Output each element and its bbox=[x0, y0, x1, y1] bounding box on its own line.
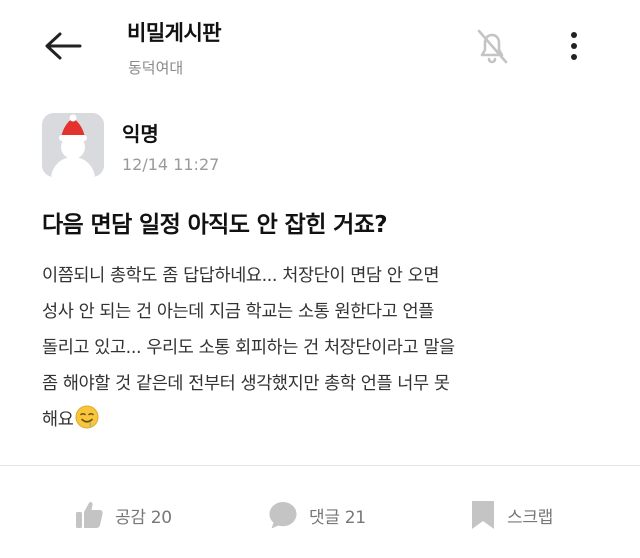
santa-hat-avatar-icon bbox=[42, 113, 104, 177]
bookmark-icon bbox=[472, 501, 494, 529]
avatar bbox=[42, 113, 104, 177]
post-body: 이쯤되니 총학도 좀 답답하네요... 처장단이 면담 안 오면 성사 안 되는… bbox=[42, 258, 612, 442]
back-button[interactable] bbox=[40, 26, 88, 66]
post-body-line: 이쯤되니 총학도 좀 답답하네요... 처장단이 면담 안 오면 bbox=[42, 266, 440, 286]
post-body-line: 돌리고 있고... 우리도 소통 회피하는 건 처장단이라고 말을 bbox=[42, 338, 455, 358]
author-name: 익명 bbox=[122, 122, 159, 146]
board-subtitle: 동덕여대 bbox=[128, 59, 184, 77]
like-button[interactable]: 공감 20 bbox=[73, 497, 172, 533]
post-timestamp: 12/14 11:27 bbox=[122, 155, 220, 174]
notification-toggle-button[interactable] bbox=[470, 24, 514, 68]
scrap-button[interactable]: 스크랩 bbox=[469, 497, 553, 533]
bell-off-icon bbox=[477, 29, 508, 64]
like-count: 공감 20 bbox=[115, 507, 172, 528]
thumbs-up-icon bbox=[76, 501, 103, 528]
post-body-line: 좀 해야할 것 같은데 전부터 생각했지만 총학 언플 너무 못 bbox=[42, 374, 450, 394]
post-body-line: 해요 bbox=[42, 410, 74, 430]
more-vertical-icon bbox=[571, 32, 577, 60]
back-arrow-icon bbox=[45, 32, 82, 60]
post-body-line: 성사 안 되는 건 아는데 지금 학교는 소통 원한다고 언플 bbox=[42, 302, 434, 322]
comment-button[interactable]: 댓글 21 bbox=[267, 497, 366, 533]
drooling-face-emoji bbox=[75, 405, 99, 442]
scrap-label: 스크랩 bbox=[507, 507, 554, 528]
comment-bubble-icon bbox=[269, 502, 297, 529]
post-body-last-line: 해요 bbox=[42, 402, 612, 442]
divider bbox=[0, 465, 640, 466]
post-title: 다음 면담 일정 아직도 안 잡힌 거죠? bbox=[42, 212, 388, 238]
top-bar: 비밀게시판 동덕여대 bbox=[0, 0, 640, 96]
board-title: 비밀게시판 bbox=[127, 21, 222, 45]
more-options-button[interactable] bbox=[562, 30, 586, 64]
comment-count: 댓글 21 bbox=[309, 507, 366, 528]
